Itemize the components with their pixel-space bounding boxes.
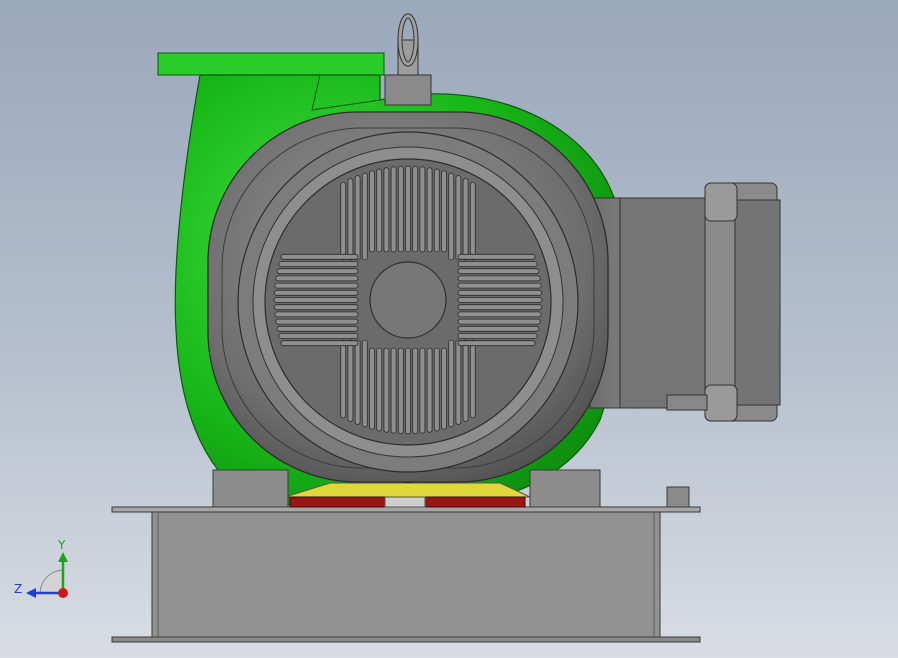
- grille-slot: [361, 339, 368, 428]
- grille-slot: [457, 253, 536, 260]
- terminal-box[interactable]: [589, 182, 781, 422]
- origin-point: [58, 588, 68, 598]
- grille-slot: [340, 339, 347, 419]
- grille-slot: [397, 165, 404, 253]
- discharge-flange[interactable]: [157, 52, 385, 76]
- y-axis-label: Y: [58, 538, 66, 552]
- grille-slot: [469, 339, 476, 419]
- grille-slot: [457, 318, 541, 325]
- grille-slot: [361, 172, 368, 261]
- grille-slot: [457, 311, 542, 318]
- grille-slot: [441, 347, 447, 430]
- grille-slot: [376, 168, 383, 253]
- grille-slot: [274, 282, 359, 289]
- grille-slot: [354, 175, 361, 261]
- grille-slot: [276, 268, 359, 275]
- grille-slot: [455, 175, 462, 261]
- grille-slot: [457, 268, 540, 275]
- grille-slot: [419, 166, 426, 253]
- grille-slot: [273, 289, 359, 296]
- grille-slot: [278, 333, 359, 339]
- grille-slot: [462, 178, 469, 261]
- motor-housing[interactable]: [207, 111, 609, 484]
- grille-slot: [273, 304, 359, 311]
- grille-slot: [433, 168, 440, 253]
- grille-slot: [390, 347, 397, 434]
- grille-slot: [457, 297, 543, 303]
- grille-slot: [457, 340, 536, 347]
- grille-slot: [412, 165, 419, 253]
- grille-slot: [457, 289, 543, 296]
- grille-slot: [426, 167, 433, 253]
- grille-slot: [369, 347, 375, 430]
- grille-slot: [390, 166, 397, 253]
- grille-slot: [469, 181, 476, 261]
- grille-slot: [462, 339, 469, 422]
- grille-slot: [455, 339, 462, 425]
- grille-slot: [369, 170, 375, 253]
- grille-slot: [354, 339, 361, 425]
- grille-slot: [433, 347, 440, 432]
- grille-slot: [273, 297, 359, 303]
- grille-slot: [383, 167, 390, 253]
- grille-slot: [275, 275, 359, 282]
- grille-slot: [457, 275, 541, 282]
- graphics-viewport[interactable]: Y Z: [0, 0, 898, 658]
- orientation-triad: [26, 552, 68, 598]
- grille-slot: [448, 339, 455, 428]
- grille-slot: [347, 339, 354, 422]
- z-axis-label: Z: [14, 582, 23, 596]
- grille-slot: [457, 333, 538, 339]
- grille-slot: [376, 347, 383, 432]
- grille-slot: [405, 347, 411, 435]
- grille-slot: [274, 311, 359, 318]
- base-frame[interactable]: [111, 486, 701, 643]
- lifting-eye[interactable]: [384, 13, 432, 106]
- grille-slot: [280, 253, 359, 260]
- grille-slot: [405, 165, 411, 253]
- grille-slot: [276, 325, 359, 332]
- grille-slot: [275, 318, 359, 325]
- grille-slot: [280, 340, 359, 347]
- base-bolt[interactable]: [666, 486, 690, 508]
- grille-slot: [419, 347, 426, 434]
- grille-slot: [397, 347, 404, 435]
- grille-slot: [441, 170, 447, 253]
- grille-slot: [457, 304, 543, 311]
- motor-shims[interactable]: [284, 482, 531, 508]
- grille-slot: [457, 325, 540, 332]
- grille-slot: [412, 347, 419, 435]
- grille-slot: [457, 261, 538, 267]
- pump-motor-model[interactable]: [0, 0, 898, 658]
- grille-slot: [457, 282, 542, 289]
- grille-slot: [340, 181, 347, 261]
- grille-slot: [347, 178, 354, 261]
- grille-slot: [278, 261, 359, 267]
- fan-hub: [369, 261, 447, 339]
- grille-slot: [383, 347, 390, 433]
- grille-slot: [448, 172, 455, 261]
- grille-slot: [426, 347, 433, 433]
